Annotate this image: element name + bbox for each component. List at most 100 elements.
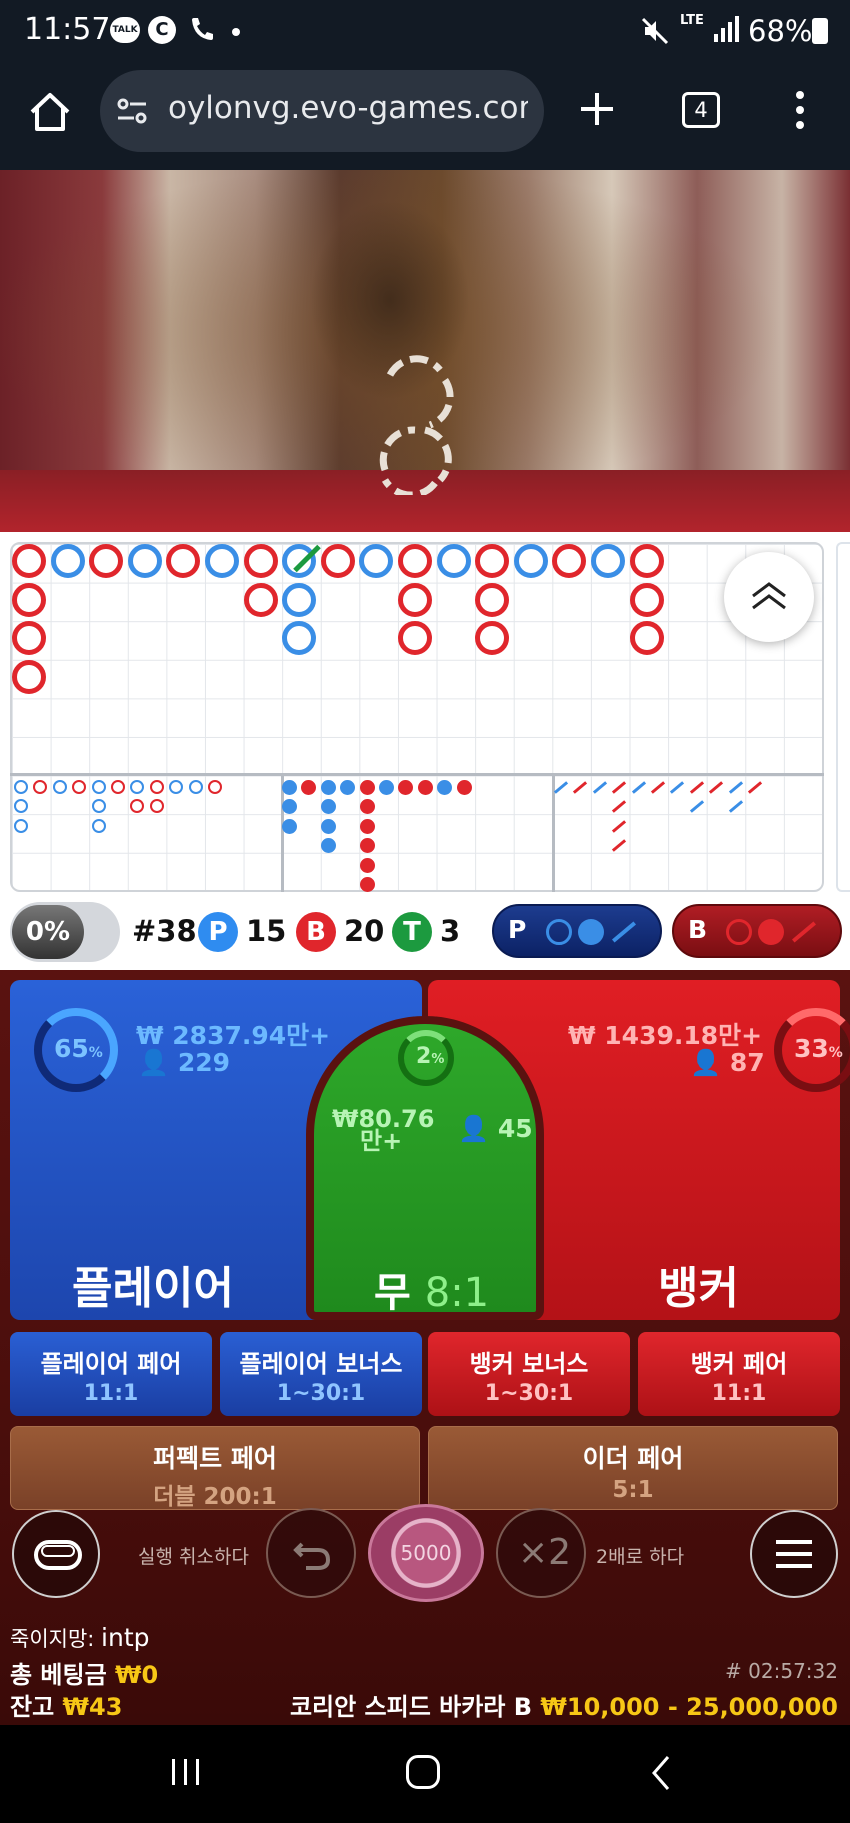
url-text[interactable]: oylonvg.evo-games.com bbox=[168, 90, 528, 126]
either-pair-odds: 5:1 bbox=[612, 1477, 654, 1503]
big-eye-road-mark bbox=[169, 780, 184, 794]
banker-bonus-odds: 1~30:1 bbox=[484, 1381, 574, 1406]
banker-result-mark bbox=[89, 544, 124, 578]
banker-percent: 33% bbox=[794, 1034, 843, 1063]
big-road-cells bbox=[10, 542, 824, 774]
roadmap-panel bbox=[0, 532, 850, 900]
either-pair-label: 이더 페어 bbox=[582, 1444, 684, 1473]
small-road-mark bbox=[359, 818, 375, 834]
player-bonus-label: 플레이어 보너스 bbox=[239, 1350, 403, 1378]
perfect-pair-odds: 더블 200:1 bbox=[153, 1484, 277, 1510]
percent-toggle[interactable]: 0% bbox=[10, 902, 120, 962]
cockroach-road-mark bbox=[612, 839, 627, 852]
banker-result-mark bbox=[12, 621, 46, 656]
lobby-button[interactable] bbox=[12, 1510, 100, 1598]
player-bonus-odds: 1~30:1 bbox=[276, 1381, 366, 1406]
small-road-mark bbox=[379, 780, 394, 795]
wifi-call-icon bbox=[188, 16, 218, 46]
player-user-count: 👤 229 bbox=[138, 1048, 231, 1077]
banker-bonus-button[interactable]: 뱅커 보너스 1~30:1 bbox=[428, 1332, 630, 1416]
big-eye-road-mark bbox=[14, 799, 28, 814]
site-settings-icon[interactable] bbox=[116, 96, 148, 130]
small-road-mark bbox=[282, 799, 297, 815]
home-nav-icon[interactable] bbox=[406, 1755, 440, 1789]
small-road-mark bbox=[282, 780, 297, 795]
recent-apps-icon[interactable] bbox=[170, 1757, 202, 1791]
home-icon[interactable] bbox=[28, 90, 72, 138]
banker-result-mark bbox=[398, 544, 432, 578]
collapse-roadmap-button[interactable] bbox=[724, 552, 814, 642]
big-eye-road-mark bbox=[149, 780, 164, 794]
big-eye-road-mark bbox=[208, 780, 222, 794]
small-road-mark bbox=[359, 799, 375, 815]
banker-result-mark bbox=[552, 544, 587, 578]
chip-value: 5000 bbox=[400, 1541, 452, 1565]
player-predict-button[interactable]: P bbox=[492, 904, 662, 958]
big-eye-road-mark bbox=[91, 818, 106, 833]
cockroach-road-mark bbox=[612, 820, 627, 833]
small-road-mark bbox=[456, 780, 472, 795]
banker-badge: B bbox=[296, 912, 336, 952]
banker-pair-button[interactable]: 뱅커 페어 11:1 bbox=[638, 1332, 840, 1416]
small-road-mark bbox=[320, 838, 336, 854]
predict-big-road-icon bbox=[726, 919, 752, 945]
roadmap-next-panel[interactable] bbox=[836, 542, 850, 892]
player-percent: 65% bbox=[54, 1034, 103, 1063]
big-eye-road-mark bbox=[14, 818, 28, 833]
banker-result-mark bbox=[166, 544, 201, 578]
banker-result-mark bbox=[629, 544, 664, 578]
cockroach-road-mark bbox=[728, 781, 743, 794]
big-eye-road-mark bbox=[188, 780, 203, 794]
banker-label: 뱅커 bbox=[658, 1263, 739, 1314]
more-menu-icon[interactable] bbox=[794, 90, 806, 134]
predict-small-road-icon bbox=[758, 919, 784, 945]
new-tab-icon[interactable] bbox=[578, 90, 616, 132]
tie-bet-spot[interactable]: 2% ₩80.76 만+ 👤 45 무 8:1 bbox=[306, 1016, 544, 1320]
player-result-mark bbox=[591, 544, 625, 578]
player-info: 죽이지망: intp 총 베팅금 ₩0 잔고 ₩43 # 02:57:32 코리… bbox=[0, 1615, 850, 1725]
perfect-pair-button[interactable]: 퍼펙트 페어 더블 200:1 bbox=[10, 1426, 420, 1510]
small-road-mark bbox=[320, 818, 336, 834]
small-road-mark bbox=[398, 780, 414, 795]
c-app-icon: C bbox=[148, 16, 176, 44]
player-result-mark bbox=[205, 544, 239, 578]
tie-count: 3 bbox=[440, 914, 461, 948]
menu-button[interactable] bbox=[750, 1510, 838, 1598]
user-icon: 👤 bbox=[138, 1048, 178, 1077]
double-button[interactable]: ×2 bbox=[496, 1508, 586, 1598]
undo-button[interactable] bbox=[266, 1508, 356, 1598]
tie-user-count: 👤 45 bbox=[458, 1114, 533, 1143]
banker-result-mark bbox=[629, 582, 664, 617]
big-eye-road-mark bbox=[130, 799, 145, 814]
banker-result-mark bbox=[398, 621, 432, 656]
round-id: # 02:57:32 bbox=[725, 1659, 838, 1683]
player-result-mark bbox=[282, 621, 317, 656]
player-result-mark bbox=[359, 544, 394, 578]
table-info: 코리안 스피드 바카라 B ₩10,000 - 25,000,000 bbox=[290, 1687, 838, 1722]
double-label: 2배로 하다 bbox=[596, 1546, 685, 1568]
player-pair-button[interactable]: 플레이어 페어 11:1 bbox=[10, 1332, 212, 1416]
big-eye-road-mark bbox=[91, 780, 106, 794]
signal-icon bbox=[712, 14, 742, 44]
banker-predict-label: B bbox=[688, 915, 708, 944]
banker-bonus-label: 뱅커 보너스 bbox=[469, 1350, 589, 1378]
tab-count-button[interactable]: 4 bbox=[682, 92, 720, 128]
player-pair-label: 플레이어 페어 bbox=[40, 1350, 182, 1378]
talk-icon: TALK bbox=[110, 17, 140, 43]
player-bonus-button[interactable]: 플레이어 보너스 1~30:1 bbox=[220, 1332, 422, 1416]
percent-toggle-knob[interactable]: 0% bbox=[12, 905, 84, 959]
cockroach-road-mark bbox=[631, 781, 646, 794]
back-icon[interactable] bbox=[650, 1755, 672, 1795]
status-time: 11:57 bbox=[24, 12, 111, 47]
chip-selector[interactable]: 5000 bbox=[368, 1504, 484, 1602]
status-bar: 11:57 TALK C LTE 68% bbox=[0, 0, 850, 62]
banker-result-mark bbox=[475, 582, 510, 617]
big-eye-road-mark bbox=[72, 780, 87, 794]
player-result-mark bbox=[513, 544, 548, 578]
loading-spinner-icon bbox=[370, 355, 480, 499]
either-pair-button[interactable]: 이더 페어 5:1 bbox=[428, 1426, 838, 1510]
banker-user-count: 👤 87 bbox=[690, 1048, 765, 1077]
big-eye-road-mark bbox=[149, 799, 164, 814]
banker-predict-button[interactable]: B bbox=[672, 904, 842, 958]
player-pair-odds: 11:1 bbox=[83, 1381, 139, 1406]
